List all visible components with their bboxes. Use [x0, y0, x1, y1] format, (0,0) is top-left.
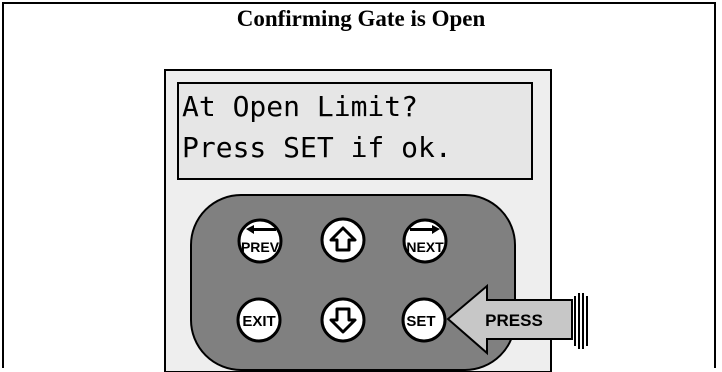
exit-button[interactable]: EXIT	[236, 297, 282, 343]
down-button[interactable]	[320, 297, 366, 343]
set-button[interactable]: SET	[401, 297, 447, 343]
next-button[interactable]: NEXT	[402, 218, 448, 264]
motion-lines-icon	[574, 293, 588, 349]
lcd-line-2: Press SET if ok.	[182, 131, 452, 164]
lcd-line-1: At Open Limit?	[182, 90, 418, 123]
press-label: PRESS	[485, 311, 543, 330]
prev-label: PREV	[241, 239, 280, 255]
exit-label: EXIT	[242, 313, 275, 330]
prev-button[interactable]: PREV	[237, 218, 283, 264]
up-button[interactable]	[320, 217, 366, 263]
next-label: NEXT	[406, 239, 444, 255]
controller-illustration: At Open Limit? Press SET if ok. PREV NEX…	[164, 69, 588, 372]
set-label: SET	[406, 313, 435, 330]
